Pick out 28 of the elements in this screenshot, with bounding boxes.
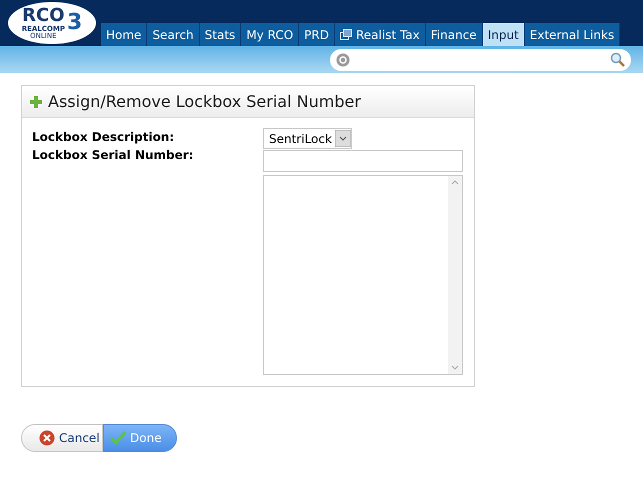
nav-tab[interactable]: Finance (426, 23, 483, 46)
help-icon (336, 52, 350, 66)
field-label: Lockbox Serial Number: (32, 147, 194, 164)
panel-title: Assign/Remove Lockbox Serial Number (48, 90, 361, 112)
cancel-button[interactable]: Cancel (21, 424, 103, 452)
nav-tab[interactable]: External Links (524, 23, 620, 46)
plus-icon (30, 96, 42, 108)
nav-tab[interactable]: Home (101, 23, 148, 46)
nav-tab[interactable]: Search (147, 23, 200, 46)
nav-tab[interactable]: PRD (299, 23, 335, 46)
check-icon (110, 431, 126, 445)
serial-number-field[interactable] (263, 150, 463, 172)
nav-tab[interactable]: Input (482, 23, 525, 46)
search-icon[interactable] (610, 52, 625, 67)
scroll-up-icon[interactable] (451, 179, 459, 185)
logo-text: RCO (22, 6, 65, 24)
nav-tab[interactable]: Realist Tax (334, 23, 426, 46)
scroll-down-icon[interactable] (451, 365, 459, 371)
field-label: Lockbox Description: (32, 129, 176, 146)
close-icon (39, 430, 55, 446)
caret-icon (335, 130, 351, 147)
text-area[interactable] (263, 175, 463, 375)
nav-tab[interactable]: My RCO (241, 23, 300, 46)
logo-superscript: 3 (66, 12, 82, 34)
description-select[interactable]: SentriLock (263, 128, 352, 149)
nav-tab[interactable]: Stats (200, 23, 242, 46)
windows-icon (340, 29, 352, 40)
search-field[interactable] (330, 48, 631, 70)
